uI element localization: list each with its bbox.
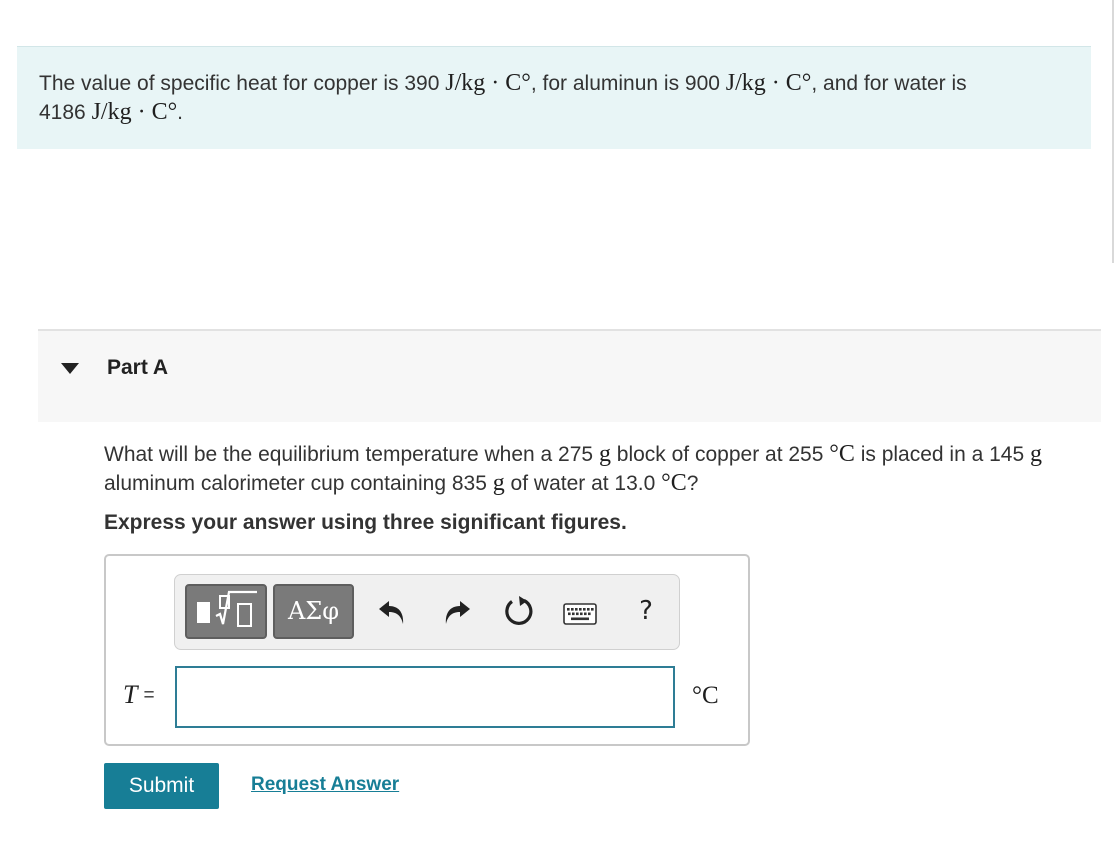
unit-water: J/kg · C° xyxy=(91,99,178,125)
answer-box: ΑΣφ ? T = °C xyxy=(104,554,750,746)
undo-icon[interactable] xyxy=(376,594,410,628)
unit-aluminum: J/kg · C° xyxy=(725,70,812,96)
part-a-header[interactable]: Part A xyxy=(38,329,1101,422)
instruction-text: Express your answer using three signific… xyxy=(104,511,627,534)
request-answer-link[interactable]: Request Answer xyxy=(251,774,399,796)
collapse-triangle-icon[interactable] xyxy=(61,363,79,374)
scrollbar[interactable] xyxy=(1112,0,1114,263)
reset-icon[interactable] xyxy=(502,594,536,628)
symbols-button[interactable]: ΑΣφ xyxy=(273,584,354,639)
unit-copper: J/kg · C° xyxy=(445,70,531,96)
answer-input[interactable] xyxy=(175,666,675,728)
question-text: What will be the equilibrium temperature… xyxy=(104,441,1042,496)
answer-variable-label: T = xyxy=(123,680,155,709)
part-title: Part A xyxy=(107,356,169,379)
problem-statement: The value of specific heat for copper is… xyxy=(39,70,967,125)
math-toolbar: ΑΣφ ? xyxy=(174,574,680,650)
templates-icon xyxy=(197,590,257,627)
problem-statement-box: The value of specific heat for copper is… xyxy=(17,46,1091,149)
keyboard-icon[interactable] xyxy=(563,603,597,625)
answer-unit: °C xyxy=(692,682,719,709)
templates-button[interactable] xyxy=(185,584,267,639)
submit-button[interactable]: Submit xyxy=(104,763,219,809)
help-icon[interactable]: ? xyxy=(631,591,661,631)
redo-icon[interactable] xyxy=(439,594,473,628)
